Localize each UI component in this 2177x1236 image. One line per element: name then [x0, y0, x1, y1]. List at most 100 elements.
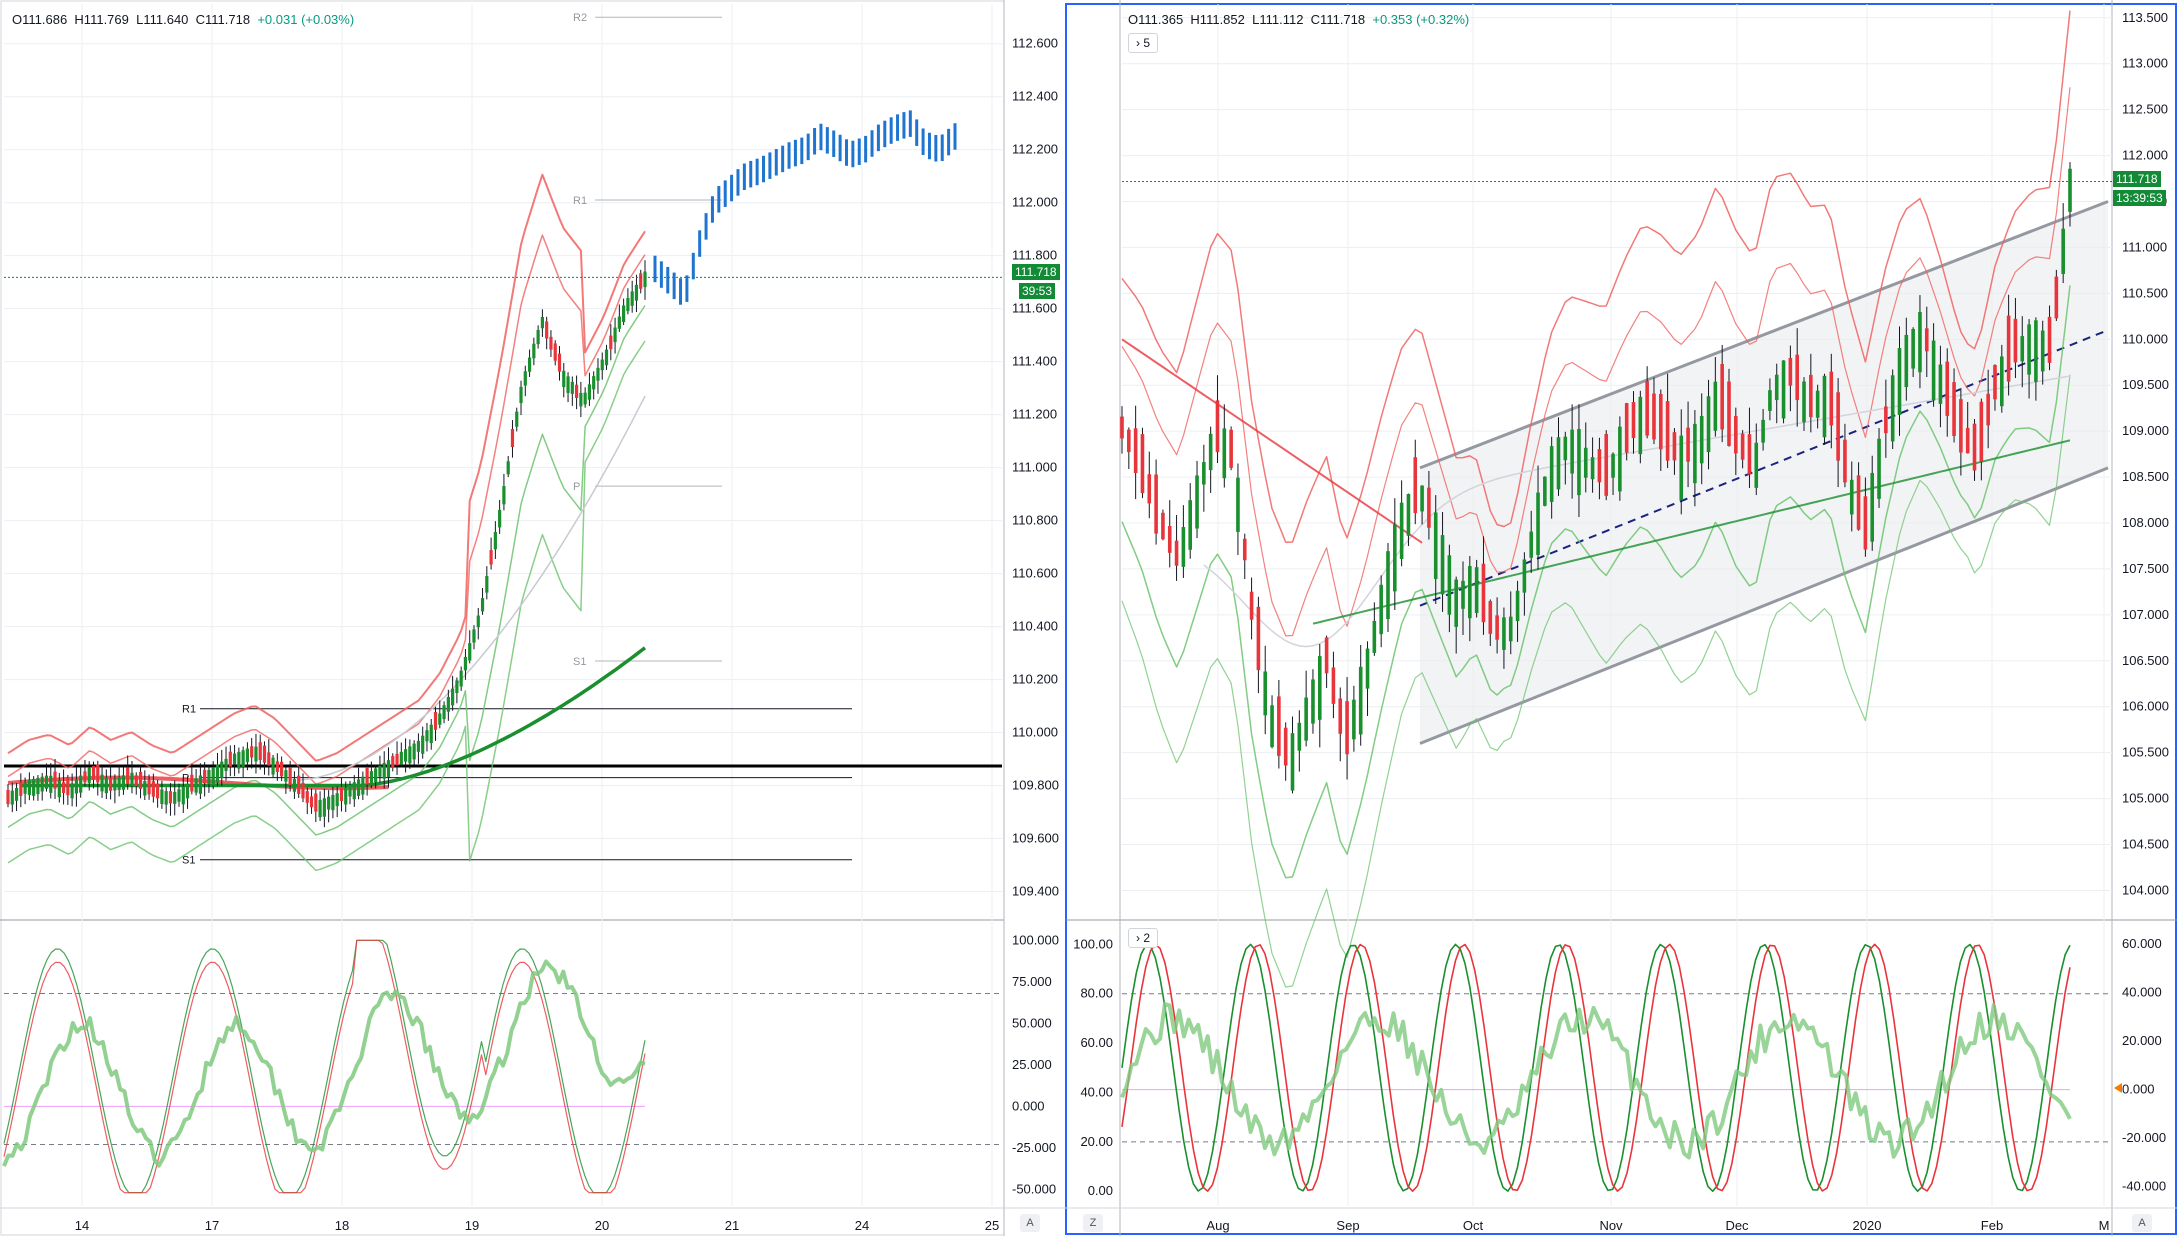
left-candle-body	[335, 793, 339, 807]
right-candle-body	[1993, 364, 1997, 400]
left-candle-body	[600, 359, 604, 371]
right-y-tick-label: 107.500	[2122, 561, 2169, 576]
right-y-tick-label: 112.000	[2122, 148, 2168, 163]
right-candle-body	[1358, 666, 1363, 735]
right-candle-body	[1202, 462, 1206, 485]
left-candle-body	[79, 775, 83, 793]
right-candle-body	[1577, 428, 1581, 496]
left-candle-body	[626, 298, 630, 312]
right-candle-body	[1604, 433, 1609, 496]
right-candle-body	[1624, 403, 1629, 453]
right-candle-body	[1236, 477, 1240, 532]
left-candle-body	[634, 284, 639, 301]
left-candle-body	[318, 799, 322, 818]
right-candle-body	[1406, 494, 1411, 536]
left-candle-body	[613, 327, 617, 343]
left-low: L111.640	[136, 12, 189, 27]
left-candle-body	[87, 767, 91, 783]
left-candle-body	[506, 461, 510, 475]
right-candle-body	[1536, 492, 1540, 555]
right-indicators-collapse-button[interactable]: › 5	[1128, 33, 1158, 53]
left-candle-body	[83, 771, 87, 783]
left-high: H111.769	[74, 12, 129, 27]
left-candle-body	[374, 768, 378, 783]
left-next-pivot-label: S1	[573, 656, 586, 668]
right-osc-left-tick-label: 100.00	[1073, 936, 1113, 951]
right-auto-scale-button[interactable]: A	[2132, 1214, 2152, 1232]
left-candle-body	[309, 796, 314, 808]
right-candle-body	[1999, 356, 2004, 407]
left-candle-body	[224, 758, 228, 771]
right-candle-body	[1631, 402, 1636, 439]
left-auto-scale-button[interactable]: A	[1020, 1214, 1040, 1232]
right-candle-body	[1563, 436, 1568, 461]
right-osc-left-tick-label: 80.00	[1080, 986, 1113, 1001]
left-candle-body	[583, 392, 587, 405]
left-candle-body	[91, 766, 96, 780]
right-candle-body	[1761, 419, 1765, 443]
left-y-tick-label: 110.800	[1012, 513, 1058, 528]
left-candle-body	[382, 762, 386, 779]
right-zoom-button[interactable]: Z	[1083, 1214, 1103, 1232]
right-candle-body	[1795, 354, 1799, 401]
right-candle-body	[1754, 442, 1759, 488]
right-candle-body	[1611, 453, 1615, 478]
right-candle-body	[1488, 601, 1493, 634]
left-candle-body	[639, 273, 643, 289]
right-osc-signal-line	[1121, 943, 2071, 1192]
right-y-tick-label: 107.000	[2122, 607, 2169, 622]
right-osc-left-tick-label: 40.00	[1080, 1084, 1113, 1099]
right-candle-body	[1583, 447, 1588, 478]
right-ohlc-legend: O111.365 H111.852 L111.112 C111.718 +0.3…	[1128, 12, 1469, 27]
right-candle-body	[1229, 429, 1233, 468]
right-candle-body	[1945, 361, 1950, 416]
left-y-tick-label: 112.200	[1012, 142, 1058, 157]
right-x-tick-label: Dec	[1725, 1218, 1749, 1233]
right-candle-body	[1699, 415, 1704, 464]
chart-canvas: 112.600 112.400 112.200 112.000 111.800 111.6…	[0, 0, 2177, 1236]
left-candle-body	[314, 793, 318, 812]
right-candle-body	[2047, 316, 2052, 363]
left-candle-body	[27, 780, 31, 796]
right-candle-body	[1324, 637, 1329, 674]
left-candle-body	[185, 783, 190, 799]
left-candle-body	[40, 776, 44, 792]
right-candle-body	[2054, 276, 2059, 319]
right-candle-body	[1986, 393, 1990, 426]
right-candle-body	[1256, 606, 1261, 671]
left-candle-body	[416, 740, 421, 752]
left-candle-body	[160, 789, 164, 804]
right-candle-body	[1781, 360, 1786, 419]
right-candle-body	[1959, 399, 1963, 453]
right-candle-body	[1686, 427, 1690, 462]
right-candle-body	[1379, 584, 1383, 635]
left-candle-body	[173, 791, 177, 804]
right-candle-body	[1393, 524, 1397, 592]
left-candle-body	[96, 764, 100, 783]
left-candle-body	[194, 778, 198, 793]
right-candle-body	[1618, 426, 1622, 492]
right-candle-body	[1468, 566, 1472, 619]
right-candle-body	[1263, 671, 1268, 716]
right-candle-body	[1809, 374, 1813, 418]
left-candle-body	[562, 370, 566, 388]
left-candle-body	[297, 775, 301, 794]
right-candle-body	[1508, 616, 1513, 642]
left-candle-body	[455, 680, 459, 694]
right-candle-body	[1304, 697, 1308, 741]
right-candle-body	[1720, 363, 1724, 430]
right-close: C111.718	[1310, 12, 1366, 27]
left-candle-body	[617, 316, 621, 329]
right-osc-fast-line	[1121, 943, 2071, 1192]
left-osc-slow-line	[2, 959, 646, 1168]
left-candle-body	[515, 411, 519, 427]
left-candle-body	[386, 760, 391, 777]
right-candle-body	[1474, 567, 1479, 614]
left-candle-body	[262, 745, 267, 763]
left-candle-body	[147, 779, 151, 795]
left-candle-body	[156, 783, 160, 799]
right-candle-body	[1188, 500, 1193, 550]
right-candle-body	[1938, 364, 1943, 404]
right-oscillator-collapse-button[interactable]: › 2	[1128, 928, 1158, 948]
right-candle-body	[1856, 475, 1861, 530]
